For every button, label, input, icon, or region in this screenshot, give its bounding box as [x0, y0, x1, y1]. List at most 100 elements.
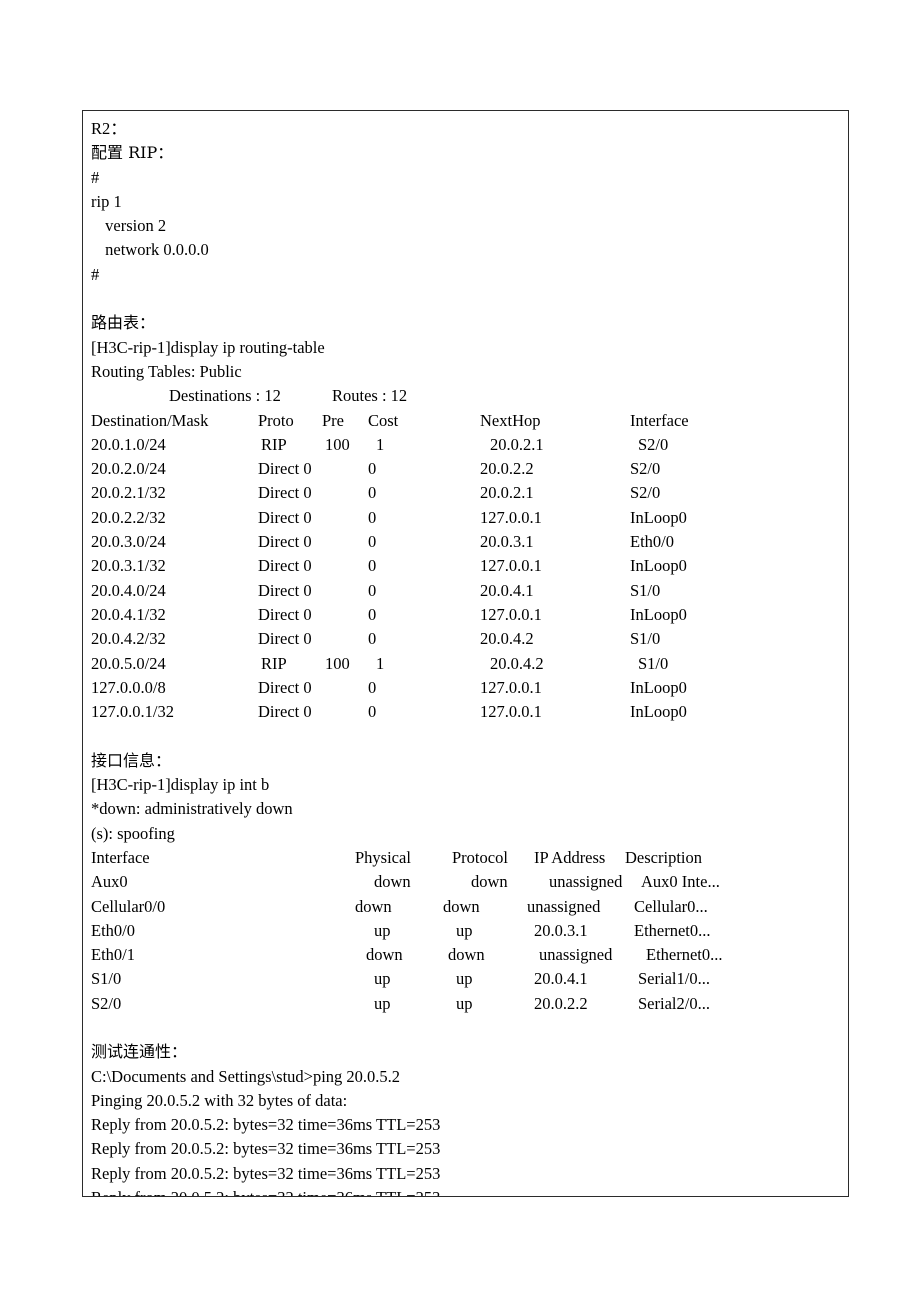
routing-table-summary: Destinations : 12 Routes : 12 [91, 384, 848, 408]
cell-proto: RIP [261, 653, 287, 673]
cell-description: Aux0 Inte... [641, 872, 720, 892]
cell-protocol: up [456, 969, 473, 989]
cell-ip-address: unassigned [549, 872, 623, 892]
connectivity-heading: 测试连通性： [91, 1042, 188, 1062]
config-line: rip 1 [91, 191, 122, 211]
routing-table-command: [H3C-rip-1]display ip routing-table [91, 337, 325, 357]
routing-tables-public-label: Routing Tables: Public [91, 361, 242, 381]
cell-interface: Eth0/0 [630, 532, 674, 552]
cell-interface-name: S2/0 [91, 993, 122, 1013]
cell-proto: Direct 0 [258, 532, 312, 552]
cell-nexthop: 20.0.4.2 [480, 629, 534, 649]
cell-protocol: up [456, 993, 473, 1013]
cell-cost: 0 [368, 604, 377, 624]
cell-interface: InLoop0 [630, 604, 687, 624]
routing-table-header-row: Destination/Mask Proto Pre Cost NextHop … [91, 409, 848, 433]
cell-proto: Direct 0 [258, 702, 312, 722]
cell-interface: S1/0 [630, 629, 661, 649]
cell-nexthop: 20.0.2.1 [490, 434, 544, 454]
cell-interface: S2/0 [638, 434, 669, 454]
cell-description: Serial2/0... [638, 993, 710, 1013]
cell-description: Serial1/0... [638, 969, 710, 989]
cell-description: Cellular0... [634, 896, 708, 916]
interfaces-note: (s): spoofing [91, 823, 175, 843]
cell-interface: S1/0 [630, 580, 661, 600]
routing-table-row: 20.0.4.2/32 Direct 0 0 20.0.4.2 S1/0 [91, 627, 848, 651]
column-header-proto: Proto [258, 410, 294, 430]
column-header-physical: Physical [355, 847, 411, 867]
cell-nexthop: 20.0.4.2 [490, 653, 544, 673]
cell-interface: InLoop0 [630, 677, 687, 697]
cell-protocol: up [456, 920, 473, 940]
cell-nexthop: 127.0.0.1 [480, 604, 542, 624]
cell-cost: 0 [368, 629, 377, 649]
config-line: # [91, 167, 100, 187]
cell-physical: up [374, 920, 391, 940]
interfaces-heading: 接口信息： [91, 750, 172, 770]
routing-table-row: 20.0.3.0/24 Direct 0 0 20.0.3.1 Eth0/0 [91, 530, 848, 554]
column-header-interface: Interface [91, 847, 150, 867]
cell-pre: 100 [325, 653, 350, 673]
cell-ip-address: 20.0.4.1 [534, 969, 588, 989]
cell-proto: Direct 0 [258, 483, 312, 503]
cell-interface-name: Cellular0/0 [91, 896, 166, 916]
column-header-nexthop: NextHop [480, 410, 541, 430]
config-line: version 2 [101, 216, 167, 236]
cell-nexthop: 20.0.3.1 [480, 532, 534, 552]
interfaces-table-row: Aux0 down down unassigned Aux0 Inte... [91, 870, 848, 894]
cell-ip-address: 20.0.2.2 [534, 993, 588, 1013]
interfaces-table-row: S1/0 up up 20.0.4.1 Serial1/0... [91, 967, 848, 991]
cell-interface: InLoop0 [630, 702, 687, 722]
cell-cost: 0 [368, 507, 377, 527]
cell-interface: InLoop0 [630, 556, 687, 576]
cell-destination-mask: 20.0.3.1/32 [91, 556, 166, 576]
cell-ip-address: unassigned [527, 896, 601, 916]
cell-physical: down [374, 872, 411, 892]
cell-destination-mask: 20.0.2.2/32 [91, 507, 166, 527]
routes-count: Routes : 12 [332, 386, 408, 406]
cell-destination-mask: 20.0.5.0/24 [91, 653, 166, 673]
interfaces-table-row: Cellular0/0 down down unassigned Cellular0..… [91, 895, 848, 919]
cell-proto: Direct 0 [258, 677, 312, 697]
cell-interface: S2/0 [630, 459, 661, 479]
cell-protocol: down [448, 945, 485, 965]
routing-table-row: 20.0.4.1/32 Direct 0 0 127.0.0.1 InLoop0 [91, 603, 848, 627]
cell-cost: 0 [368, 677, 377, 697]
cell-proto: RIP [261, 434, 287, 454]
document-content-box: R2： 配置 RIP： # rip 1 version 2 network 0.… [82, 110, 849, 1197]
interfaces-table-row: Eth0/0 up up 20.0.3.1 Ethernet0... [91, 919, 848, 943]
cell-interface-name: Aux0 [91, 872, 128, 892]
column-header-pre: Pre [322, 410, 344, 430]
cell-interface: S1/0 [638, 653, 669, 673]
cell-nexthop: 127.0.0.1 [480, 507, 542, 527]
cell-cost: 0 [368, 532, 377, 552]
column-header-destination-mask: Destination/Mask [91, 410, 209, 430]
cell-protocol: down [471, 872, 508, 892]
routing-table-row: 20.0.4.0/24 Direct 0 0 20.0.4.1 S1/0 [91, 579, 848, 603]
cell-destination-mask: 127.0.0.0/8 [91, 677, 166, 697]
routing-table-row: 20.0.1.0/24 RIP 100 1 20.0.2.1 S2/0 [91, 433, 848, 457]
cell-physical: up [374, 993, 391, 1013]
ping-prompt-line: C:\Documents and Settings\stud>ping 20.0… [91, 1066, 401, 1086]
routing-table-heading: 路由表： [91, 313, 156, 333]
cell-cost: 0 [368, 483, 377, 503]
config-line: # [91, 264, 100, 284]
cell-protocol: down [443, 896, 480, 916]
column-header-ip-address: IP Address [534, 847, 606, 867]
cell-interface-name: Eth0/0 [91, 920, 135, 940]
interfaces-command: [H3C-rip-1]display ip int b [91, 775, 270, 795]
cell-cost: 1 [376, 653, 385, 673]
cell-destination-mask: 127.0.0.1/32 [91, 702, 174, 722]
cell-interface-name: Eth0/1 [91, 945, 135, 965]
routing-table: Destination/Mask Proto Pre Cost NextHop … [91, 409, 848, 725]
cell-pre: 100 [325, 434, 350, 454]
ping-reply-line: Reply from 20.0.5.2: bytes=32 time=36ms … [91, 1186, 848, 1196]
cell-destination-mask: 20.0.4.2/32 [91, 629, 166, 649]
interfaces-header-row: Interface Physical Protocol IP Address D… [91, 846, 848, 870]
column-header-description: Description [625, 847, 702, 867]
cell-nexthop: 20.0.4.1 [480, 580, 534, 600]
interfaces-table-row: S2/0 up up 20.0.2.2 Serial2/0... [91, 992, 848, 1016]
